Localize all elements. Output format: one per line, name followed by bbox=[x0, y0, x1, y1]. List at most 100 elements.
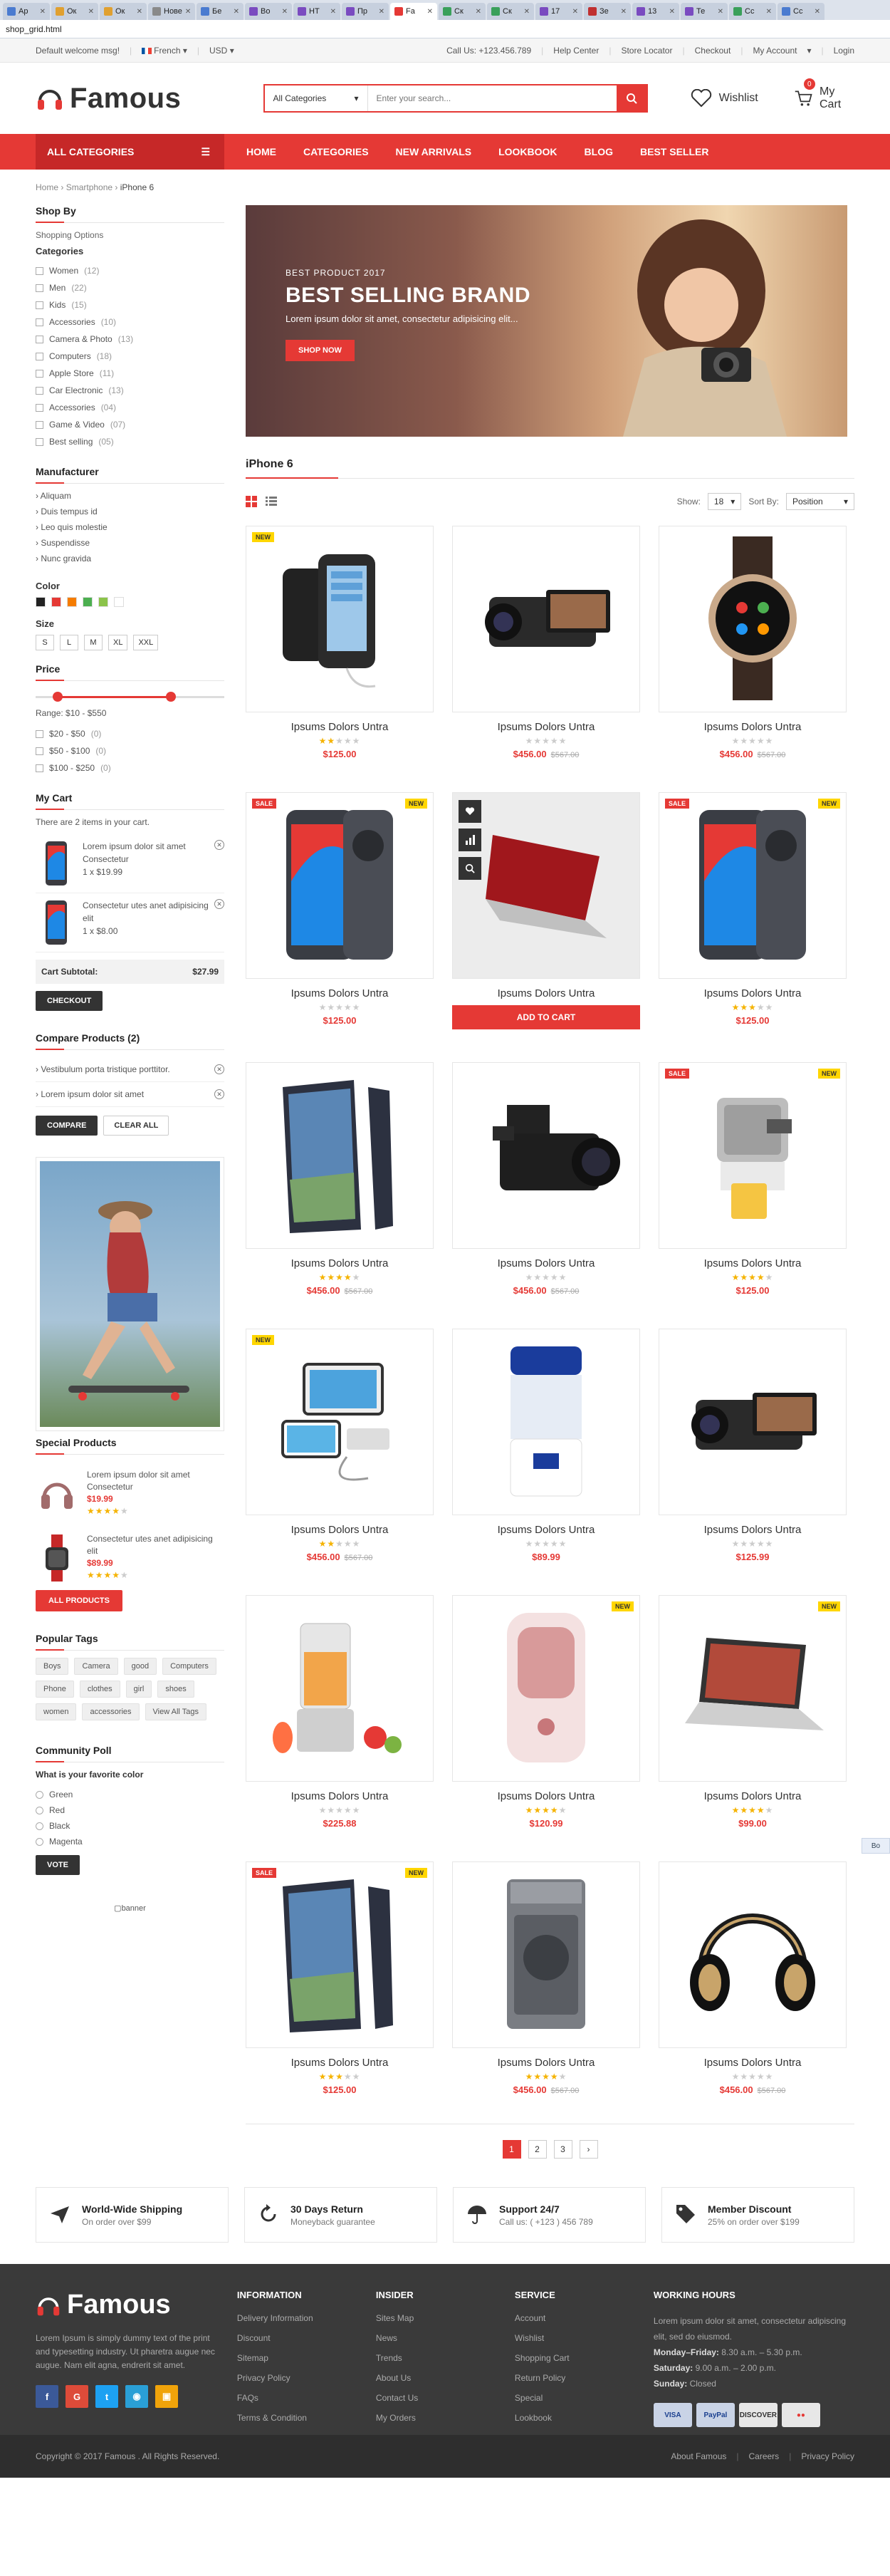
nav-link-3[interactable]: LOOKBOOK bbox=[485, 146, 570, 157]
bottom-footer-link[interactable]: Careers bbox=[749, 2451, 780, 2461]
tab-close-icon[interactable]: ✕ bbox=[476, 8, 481, 16]
manufacturer-link[interactable]: › Duis tempus id bbox=[36, 507, 224, 522]
footer-link[interactable]: About Us bbox=[376, 2373, 515, 2393]
tag-link[interactable]: accessories bbox=[82, 1703, 140, 1720]
nav-link-4[interactable]: BLOG bbox=[571, 146, 627, 157]
cart-link[interactable]: 0 My Cart bbox=[794, 78, 854, 111]
tab-close-icon[interactable]: ✕ bbox=[185, 8, 191, 16]
product-name[interactable]: Ipsums Dolors Untra bbox=[452, 1524, 640, 1536]
tab-close-icon[interactable]: ✕ bbox=[815, 8, 820, 16]
tag-link[interactable]: clothes bbox=[79, 1681, 120, 1698]
color-swatch[interactable] bbox=[67, 597, 77, 607]
tab-close-icon[interactable]: ✕ bbox=[572, 8, 578, 16]
logo[interactable]: Famous bbox=[36, 83, 226, 115]
product-image[interactable] bbox=[246, 1062, 434, 1249]
product-card[interactable]: Ipsums Dolors Untra ★★★★★ $125.99 bbox=[659, 1329, 847, 1562]
product-card[interactable]: Ipsums Dolors Untra ★★★★★ $456.00 $567.00 bbox=[659, 526, 847, 759]
grid-view-icon[interactable] bbox=[246, 496, 257, 507]
social-icon[interactable]: t bbox=[95, 2385, 118, 2408]
checkout-button[interactable]: CHECKOUT bbox=[36, 991, 103, 1011]
browser-tab[interactable]: Ск ✕ bbox=[439, 3, 486, 20]
footer-link[interactable]: Account bbox=[515, 2313, 654, 2333]
checkbox[interactable] bbox=[36, 335, 43, 343]
bottom-footer-link[interactable]: Privacy Policy bbox=[801, 2451, 854, 2461]
checkbox[interactable] bbox=[36, 352, 43, 360]
product-image[interactable] bbox=[659, 526, 847, 712]
footer-link[interactable]: Discount bbox=[237, 2333, 376, 2353]
size-option[interactable]: M bbox=[84, 635, 103, 650]
checkbox[interactable] bbox=[36, 437, 43, 446]
hero-banner[interactable]: BEST PRODUCT 2017 BEST SELLING BRAND Lor… bbox=[246, 205, 847, 437]
product-card[interactable]: Ipsums Dolors Untra ★★★★★ $456.00 $567.00 bbox=[659, 1861, 847, 2095]
social-icon[interactable]: ▣ bbox=[155, 2385, 178, 2408]
manufacturer-link[interactable]: › Leo quis molestie bbox=[36, 522, 224, 538]
footer-link[interactable]: Terms & Condition bbox=[237, 2413, 376, 2433]
special-product[interactable]: Consectetur utes anet adipisicing elit $8… bbox=[36, 1526, 224, 1590]
floating-widget[interactable]: Bo bbox=[862, 1838, 890, 1854]
category-filter[interactable]: Kids (15) bbox=[36, 296, 224, 313]
radio-button[interactable] bbox=[36, 1837, 43, 1846]
tab-close-icon[interactable]: ✕ bbox=[40, 8, 46, 16]
product-card[interactable]: Ipsums Dolors Untra ★★★★★ $225.88 bbox=[246, 1595, 434, 1829]
footer-link[interactable]: Sitemap bbox=[237, 2353, 376, 2373]
nav-link-0[interactable]: HOME bbox=[233, 146, 290, 157]
browser-tab[interactable]: Бе ✕ bbox=[197, 3, 244, 20]
checkbox[interactable] bbox=[36, 318, 43, 326]
tag-link[interactable]: View All Tags bbox=[145, 1703, 206, 1720]
footer-link[interactable]: Delivery Information bbox=[237, 2313, 376, 2333]
product-card[interactable]: NEW Ipsums Dolors Untra ★★★★★ $120.99 bbox=[452, 1595, 640, 1829]
product-name[interactable]: Ipsums Dolors Untra bbox=[246, 2057, 434, 2069]
product-name[interactable]: Ipsums Dolors Untra bbox=[452, 2057, 640, 2069]
all-products-button[interactable]: ALL PRODUCTS bbox=[36, 1590, 122, 1611]
manufacturer-link[interactable]: › Suspendisse bbox=[36, 538, 224, 554]
color-swatch[interactable] bbox=[83, 597, 93, 607]
product-name[interactable]: Ipsums Dolors Untra bbox=[246, 1524, 434, 1536]
tab-close-icon[interactable]: ✕ bbox=[669, 8, 675, 16]
product-name[interactable]: Ipsums Dolors Untra bbox=[452, 987, 640, 999]
product-name[interactable]: Ipsums Dolors Untra bbox=[452, 721, 640, 733]
product-image[interactable]: SALE NEW bbox=[659, 792, 847, 979]
tag-link[interactable]: Computers bbox=[162, 1658, 216, 1675]
browser-tab[interactable]: 13 ✕ bbox=[632, 3, 679, 20]
category-filter[interactable]: Accessories (04) bbox=[36, 399, 224, 416]
social-icon[interactable]: ◉ bbox=[125, 2385, 148, 2408]
compare-icon[interactable] bbox=[459, 829, 481, 851]
price-filter[interactable]: $20 - $50 (0) bbox=[36, 725, 224, 742]
add-to-cart-button[interactable]: ADD TO CART bbox=[452, 1005, 640, 1029]
tab-close-icon[interactable]: ✕ bbox=[379, 8, 384, 16]
breadcrumb-smartphone[interactable]: Smartphone bbox=[66, 182, 112, 192]
cart-item[interactable]: Consectetur utes anet adipisicing elit 1 … bbox=[36, 893, 224, 952]
footer-logo[interactable]: Famous bbox=[36, 2290, 216, 2320]
product-card[interactable]: Ipsums Dolors Untra ★★★★★ $456.00 $567.00 bbox=[452, 1062, 640, 1296]
social-icon[interactable]: f bbox=[36, 2385, 58, 2408]
top-link-4[interactable]: Login bbox=[834, 46, 854, 56]
product-image[interactable] bbox=[246, 1595, 434, 1782]
footer-link[interactable]: Contact Us bbox=[376, 2393, 515, 2413]
bottom-footer-link[interactable]: About Famous bbox=[671, 2451, 726, 2461]
product-name[interactable]: Ipsums Dolors Untra bbox=[659, 987, 847, 999]
size-option[interactable]: S bbox=[36, 635, 54, 650]
product-card[interactable]: Ipsums Dolors Untra ADD TO CART bbox=[452, 792, 640, 1029]
product-name[interactable]: Ipsums Dolors Untra bbox=[659, 721, 847, 733]
footer-link[interactable]: Return Policy bbox=[515, 2373, 654, 2393]
remove-icon[interactable]: ✕ bbox=[214, 840, 224, 850]
checkbox[interactable] bbox=[36, 764, 43, 772]
browser-tab[interactable]: Сс ✕ bbox=[729, 3, 776, 20]
poll-option[interactable]: Red bbox=[36, 1802, 224, 1818]
compare-item[interactable]: › Vestibulum porta tristique porttitor. ✕ bbox=[36, 1057, 224, 1082]
wishlist-link[interactable]: Wishlist bbox=[691, 89, 758, 108]
price-filter[interactable]: $100 - $250 (0) bbox=[36, 759, 224, 777]
top-link-0[interactable]: Help Center bbox=[553, 46, 599, 56]
browser-tab[interactable]: Зе ✕ bbox=[584, 3, 631, 20]
vote-button[interactable]: VOTE bbox=[36, 1855, 80, 1875]
category-filter[interactable]: Camera & Photo (13) bbox=[36, 331, 224, 348]
browser-tab[interactable]: Те ✕ bbox=[681, 3, 728, 20]
product-name[interactable]: Ipsums Dolors Untra bbox=[659, 2057, 847, 2069]
footer-link[interactable]: Privacy Policy bbox=[237, 2373, 376, 2393]
product-name[interactable]: Ipsums Dolors Untra bbox=[659, 1524, 847, 1536]
social-icon[interactable]: G bbox=[66, 2385, 88, 2408]
footer-link[interactable]: News bbox=[376, 2333, 515, 2353]
color-swatch[interactable] bbox=[36, 597, 46, 607]
top-link-3[interactable]: My Account bbox=[753, 46, 797, 56]
browser-tab[interactable]: Нове ✕ bbox=[148, 3, 195, 20]
